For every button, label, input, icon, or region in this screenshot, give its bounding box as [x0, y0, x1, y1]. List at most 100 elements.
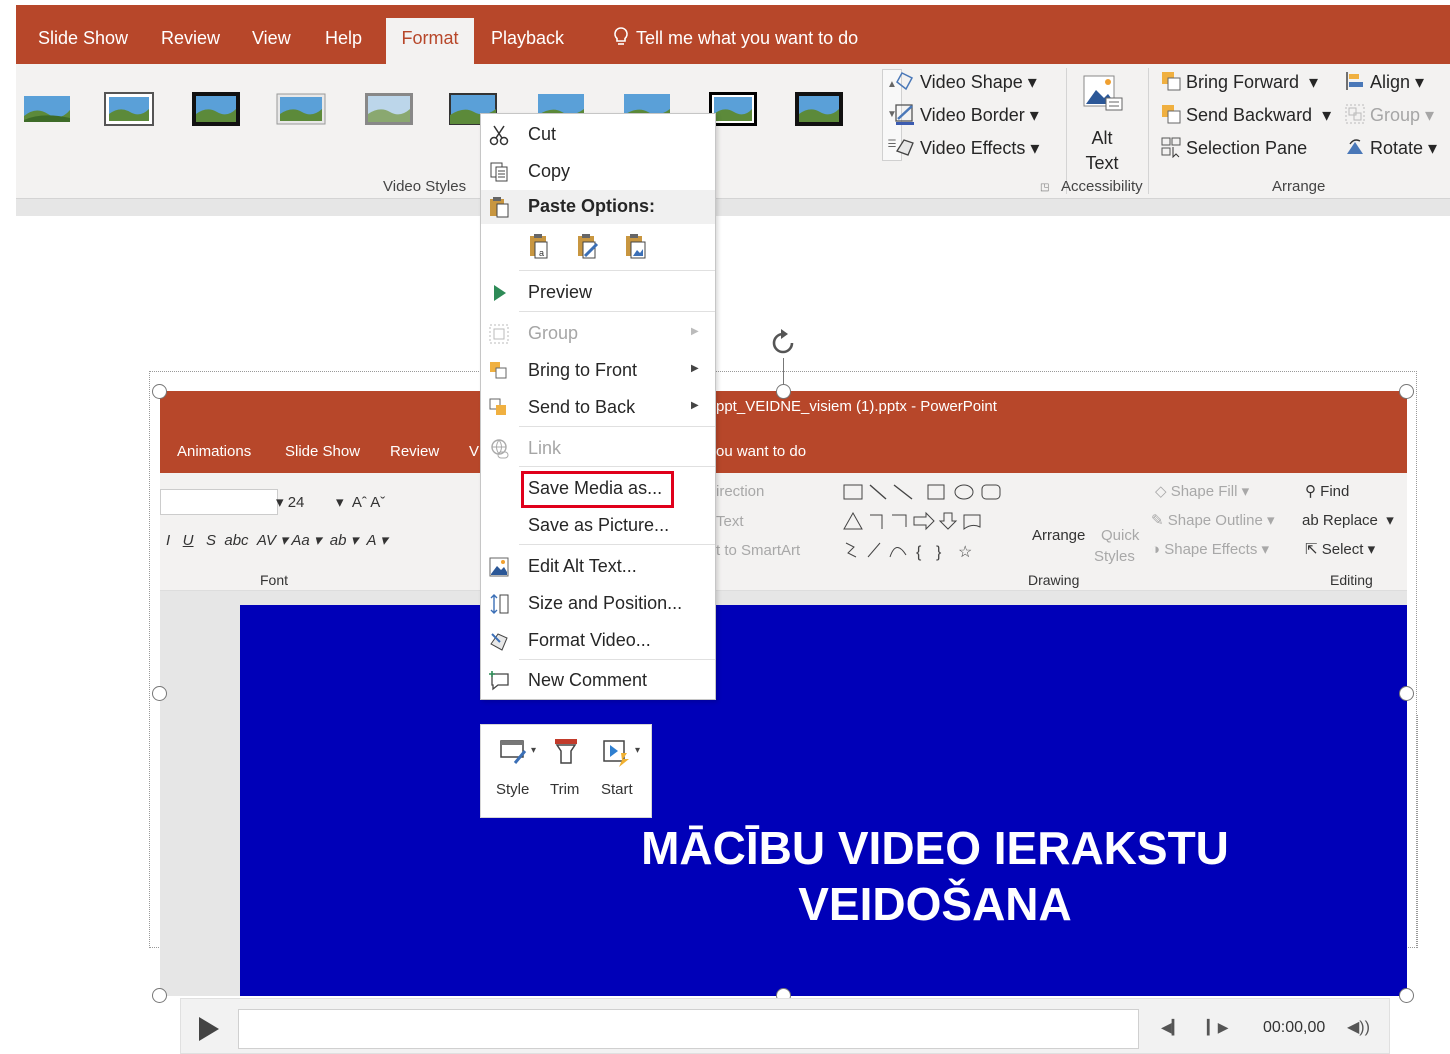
- menu-item-preview[interactable]: Preview: [481, 276, 715, 310]
- link-icon: [491, 439, 509, 459]
- group-icon: [1345, 104, 1365, 124]
- embedded-tab-slide-show: Slide Show: [285, 443, 361, 460]
- menu-separator: [519, 270, 715, 271]
- video-effects-icon: [896, 139, 914, 156]
- video-style-thumb-10[interactable]: [794, 90, 844, 128]
- video-style-thumb-1[interactable]: [22, 90, 72, 128]
- bring-forward-button[interactable]: Bring Forward ▾: [1160, 68, 1318, 96]
- menu-item-size-and-position[interactable]: Size and Position...: [481, 587, 715, 621]
- format-video-icon: [490, 633, 508, 651]
- start-icon[interactable]: ▾: [601, 737, 645, 767]
- menu-paste-options-header: Paste Options:: [481, 190, 715, 224]
- paste-as-picture-icon[interactable]: [623, 232, 651, 262]
- tab-review[interactable]: Review: [153, 20, 228, 64]
- embedded-ribbon: ▾ 24 ▾ Aˆ Aˇ I U S abc AV ▾ Aa ▾ ab ▾ A …: [160, 473, 1407, 591]
- step-forward-icon[interactable]: ▎▶: [1207, 1019, 1229, 1036]
- embedded-slide: [240, 605, 1407, 996]
- resize-handle-top-left[interactable]: [152, 384, 167, 399]
- alt-text-button[interactable]: Alt Text: [1076, 70, 1128, 174]
- trim-icon[interactable]: [551, 737, 581, 767]
- resize-handle-top-right[interactable]: [1399, 384, 1414, 399]
- video-style-thumb-5[interactable]: [364, 90, 414, 128]
- alt-text-label-2: Text: [1085, 153, 1119, 173]
- align-button[interactable]: Align ▾: [1344, 68, 1424, 96]
- rotate-handle-icon[interactable]: [766, 326, 800, 360]
- menu-item-link[interactable]: Link: [481, 432, 715, 466]
- svg-text:}: }: [936, 544, 942, 561]
- menu-item-format-video[interactable]: Format Video...: [481, 624, 715, 658]
- cut-icon: [489, 125, 509, 146]
- resize-handle-top[interactable]: [776, 384, 791, 399]
- svg-text:▾: ▾: [635, 745, 640, 756]
- embedded-text: Text: [716, 513, 744, 530]
- tab-help[interactable]: Help: [317, 20, 370, 64]
- group-button[interactable]: Group ▾: [1344, 101, 1434, 129]
- paste-icon: [490, 197, 509, 218]
- lightbulb-icon: [614, 27, 628, 45]
- embedded-font-size: ▾ 24: [276, 494, 305, 511]
- menu-item-save-as-picture[interactable]: Save as Picture...: [481, 509, 715, 543]
- ribbon-separator: [1066, 68, 1067, 194]
- tab-playback[interactable]: Playback: [483, 20, 572, 64]
- menu-item-new-comment[interactable]: New Comment: [481, 664, 715, 698]
- tab-format[interactable]: Format: [386, 18, 474, 64]
- menu-item-bring-to-front[interactable]: Bring to Front ▶: [481, 354, 715, 388]
- video-style-thumb-4[interactable]: [276, 90, 326, 128]
- copy-icon: [490, 162, 508, 182]
- volume-icon[interactable]: ◀)): [1347, 1017, 1370, 1037]
- seek-bar[interactable]: [238, 1009, 1139, 1049]
- embedded-find: ⚲ Find: [1305, 483, 1350, 500]
- submenu-arrow-icon: ▶: [691, 400, 699, 411]
- embedded-styles: Styles: [1094, 548, 1135, 565]
- menu-item-group[interactable]: Group ▶: [481, 317, 715, 351]
- resize-handle-left[interactable]: [152, 686, 167, 701]
- rotate-button[interactable]: Rotate ▾: [1344, 134, 1437, 162]
- ribbon-tab-bar: Slide Show Review View Help Format Playb…: [16, 5, 1450, 64]
- svg-text:▾: ▾: [531, 745, 536, 756]
- menu-item-copy[interactable]: Copy: [481, 155, 715, 189]
- video-style-icon[interactable]: ▾: [499, 737, 543, 767]
- video-style-thumb-3[interactable]: [191, 90, 241, 128]
- step-back-icon[interactable]: ◀▎: [1161, 1019, 1183, 1036]
- embedded-direction: irection: [716, 483, 765, 500]
- embedded-font-label: Font: [260, 572, 289, 588]
- send-backward-button[interactable]: Send Backward ▾: [1160, 101, 1331, 129]
- embedded-shapes-gallery-icon: {} ☆: [843, 484, 1001, 561]
- paste-keep-source-icon[interactable]: a: [527, 232, 555, 262]
- tell-me-text: Tell me what you want to do: [636, 28, 859, 48]
- video-border-icon: [895, 104, 914, 125]
- embedded-tell-me: ou want to do: [716, 443, 807, 460]
- ribbon-separator: [1148, 68, 1149, 194]
- video-border-button[interactable]: Video Border ▾: [894, 101, 1039, 129]
- menu-separator: [519, 659, 715, 660]
- group-label-accessibility: Accessibility: [1061, 178, 1143, 195]
- resize-handle-bottom-left[interactable]: [152, 988, 167, 1003]
- embedded-font-name: [160, 489, 278, 515]
- embedded-shape-fill: ◇ Shape Fill ▾: [1155, 483, 1250, 500]
- size-position-icon: [490, 594, 509, 614]
- menu-item-send-to-back[interactable]: Send to Back ▶: [481, 391, 715, 425]
- video-styles-launcher-icon[interactable]: ◳: [1040, 182, 1049, 193]
- video-effects-button[interactable]: Video Effects ▾: [894, 134, 1039, 162]
- paste-destination-theme-icon[interactable]: [575, 232, 603, 262]
- video-shape-button[interactable]: Video Shape ▾: [894, 68, 1037, 96]
- context-menu: Cut Copy Paste Options: a Preview Group …: [480, 113, 716, 700]
- alt-text-icon: [1083, 75, 1123, 111]
- menu-item-edit-alt-text[interactable]: Edit Alt Text...: [481, 550, 715, 584]
- resize-handle-right[interactable]: [1399, 686, 1414, 701]
- menu-separator: [519, 426, 715, 427]
- menu-item-cut[interactable]: Cut: [481, 118, 715, 152]
- tab-slide-show[interactable]: Slide Show: [30, 20, 136, 64]
- resize-handle-bottom-right[interactable]: [1399, 988, 1414, 1003]
- selection-pane-button[interactable]: Selection Pane: [1160, 134, 1307, 162]
- group-icon: [489, 324, 509, 344]
- embedded-format-row: I U S abc AV ▾ Aa ▾ ab ▾ A ▾: [166, 532, 388, 549]
- submenu-arrow-icon: ▶: [691, 363, 699, 374]
- video-style-thumb-2[interactable]: [104, 90, 154, 128]
- tab-view[interactable]: View: [244, 20, 299, 64]
- tell-me-search[interactable]: Tell me what you want to do: [612, 20, 858, 56]
- preview-play-icon: [494, 285, 506, 301]
- embedded-font-grow-icon: ▾ Aˆ Aˇ: [336, 494, 386, 511]
- play-icon[interactable]: [199, 1017, 219, 1041]
- video-player-bar: ◀▎ ▎▶ 00:00,00 ◀)): [180, 998, 1390, 1054]
